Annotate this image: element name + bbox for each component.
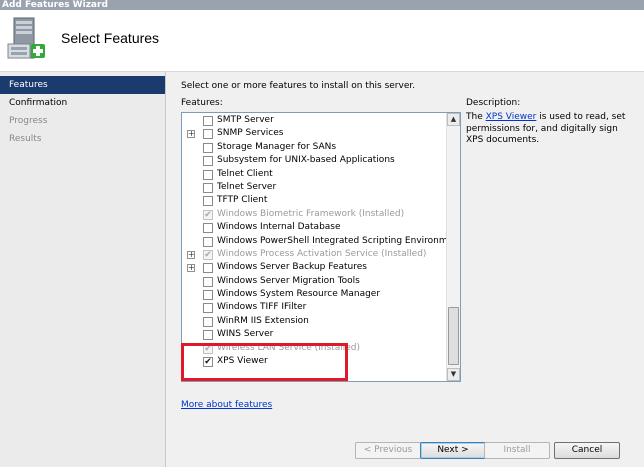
feature-label: Telnet Client: [217, 168, 273, 179]
feature-label: Windows PowerShell Integrated Scripting …: [217, 235, 446, 246]
wizard-header: Select Features: [0, 10, 644, 72]
feature-checkbox[interactable]: [203, 236, 213, 247]
feature-row[interactable]: Windows Biometric Framework (Installed): [182, 208, 446, 221]
feature-checkbox[interactable]: [203, 142, 213, 153]
feature-label: Windows Internal Database: [217, 222, 341, 233]
feature-label: Windows Biometric Framework (Installed): [217, 208, 405, 219]
feature-checkbox[interactable]: [203, 316, 213, 327]
feature-label: Windows Server Backup Features: [217, 262, 367, 273]
more-about-features-link[interactable]: More about features: [181, 400, 272, 410]
description-prefix: The: [466, 112, 486, 122]
scroll-up-icon[interactable]: ▲: [447, 113, 460, 126]
feature-label: TFTP Client: [217, 195, 268, 206]
nav-item-features[interactable]: Features: [0, 76, 165, 94]
install-button[interactable]: Install: [484, 442, 550, 459]
feature-checkbox[interactable]: [203, 129, 213, 140]
wizard-button-bar: < Previous Next > Install Cancel: [166, 438, 644, 467]
xps-viewer-highlight-box: [181, 343, 348, 381]
feature-row[interactable]: Telnet Server: [182, 181, 446, 194]
feature-row[interactable]: Subsystem for UNIX-based Applications: [182, 154, 446, 167]
feature-label: WINS Server: [217, 329, 274, 340]
feature-label: Windows Server Migration Tools: [217, 275, 360, 286]
feature-row[interactable]: Windows TIFF IFilter: [182, 301, 446, 314]
expand-plus-icon[interactable]: +: [187, 264, 195, 273]
feature-row[interactable]: + Windows Server Backup Features: [182, 261, 446, 274]
feature-checkbox[interactable]: [203, 276, 213, 287]
feature-label: WinRM IIS Extension: [217, 315, 309, 326]
xps-viewer-link[interactable]: XPS Viewer: [486, 112, 537, 122]
scroll-down-icon[interactable]: ▼: [447, 368, 460, 381]
next-button[interactable]: Next >: [420, 442, 486, 459]
feature-row[interactable]: + Windows Process Activation Service (Ins…: [182, 248, 446, 261]
feature-checkbox[interactable]: [203, 156, 213, 167]
features-list: SMTP Server + SNMP Services Storage Manager…: [182, 114, 446, 368]
feature-row[interactable]: Windows System Resource Manager: [182, 288, 446, 301]
nav-item-confirmation[interactable]: Confirmation: [0, 94, 165, 112]
feature-label: SNMP Services: [217, 128, 284, 139]
feature-row[interactable]: Storage Manager for SANs: [182, 141, 446, 154]
wizard-content: Select one or more features to install o…: [166, 72, 644, 467]
feature-checkbox: [203, 249, 213, 260]
page-title: Select Features: [61, 30, 160, 46]
window-title: Add Features Wizard: [2, 0, 108, 10]
scroll-thumb[interactable]: [448, 307, 459, 365]
feature-label: Telnet Server: [217, 181, 277, 192]
server-add-icon: [7, 17, 45, 59]
description-text: The XPS Viewer is used to read, set perm…: [466, 112, 636, 147]
feature-row[interactable]: Windows Internal Database: [182, 221, 446, 234]
feature-checkbox[interactable]: [203, 182, 213, 193]
feature-label: Subsystem for UNIX-based Applications: [217, 155, 395, 166]
feature-label: Windows TIFF IFilter: [217, 302, 307, 313]
previous-button[interactable]: < Previous: [355, 442, 421, 459]
feature-checkbox[interactable]: [203, 116, 213, 126]
intro-text: Select one or more features to install o…: [181, 81, 416, 91]
feature-checkbox[interactable]: [203, 330, 213, 341]
feature-row[interactable]: Windows PowerShell Integrated Scripting …: [182, 235, 446, 248]
feature-checkbox: [203, 209, 213, 220]
expand-plus-icon[interactable]: +: [187, 130, 195, 139]
tree-scrollbar[interactable]: ▲ ▼: [446, 113, 460, 381]
feature-label: Windows System Resource Manager: [217, 289, 381, 300]
feature-row[interactable]: Windows Server Migration Tools: [182, 275, 446, 288]
feature-row[interactable]: WinRM IIS Extension: [182, 315, 446, 328]
feature-row[interactable]: + SNMP Services: [182, 127, 446, 140]
nav-item-results: Results: [9, 134, 42, 144]
feature-checkbox[interactable]: [203, 263, 213, 274]
feature-checkbox[interactable]: [203, 169, 213, 180]
feature-checkbox[interactable]: [203, 290, 213, 301]
feature-row[interactable]: SMTP Server: [182, 114, 446, 127]
expand-plus-icon[interactable]: +: [187, 250, 195, 259]
feature-label: Storage Manager for SANs: [217, 141, 337, 152]
feature-checkbox[interactable]: [203, 196, 213, 207]
feature-label: SMTP Server: [217, 115, 274, 125]
window-title-bar: Add Features Wizard: [0, 0, 644, 10]
feature-label: Windows Process Activation Service (Inst…: [217, 248, 427, 259]
feature-checkbox[interactable]: [203, 303, 213, 314]
description-label: Description:: [466, 98, 521, 108]
features-label: Features:: [181, 98, 223, 108]
cancel-button[interactable]: Cancel: [554, 442, 620, 459]
feature-checkbox[interactable]: [203, 223, 213, 234]
feature-row[interactable]: Telnet Client: [182, 168, 446, 181]
feature-row[interactable]: WINS Server: [182, 328, 446, 341]
wizard-nav: Features Confirmation Progress Results: [0, 72, 166, 467]
feature-row[interactable]: TFTP Client: [182, 194, 446, 207]
nav-item-progress: Progress: [9, 116, 48, 126]
features-tree[interactable]: SMTP Server + SNMP Services Storage Manager…: [181, 112, 461, 382]
